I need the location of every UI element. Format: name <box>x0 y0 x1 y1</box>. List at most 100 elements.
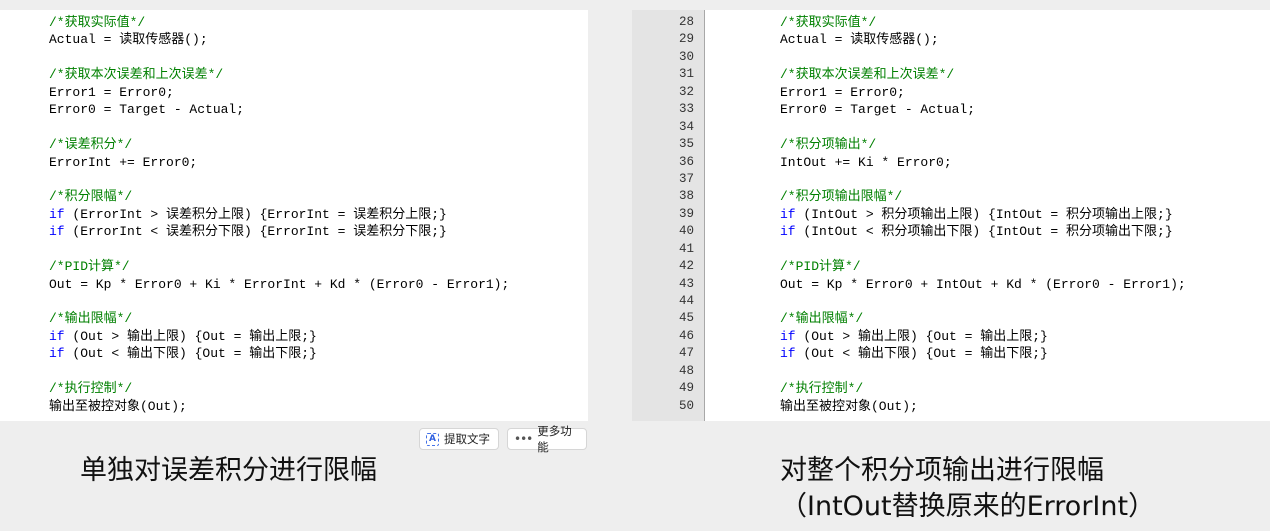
code-text: (IntOut > 积分项输出上限) {IntOut = 积分项输出上限;} <box>795 206 1173 222</box>
right-code-panel: 28 29 30 31 32 33 34 35 36 37 38 39 40 41 42 43 44 45 46 47… <box>632 10 1270 421</box>
code-line: IntOut += Ki * Error0; <box>780 154 952 170</box>
right-caption-line1: 对整个积分项输出进行限幅 <box>780 455 1104 486</box>
keyword: if <box>49 346 65 362</box>
left-code-panel: /*获取实际值*/ Actual = 读取传感器(); /*获取本次误差和上次误差*… <box>0 10 588 421</box>
keyword: if <box>49 206 65 222</box>
line-number: 48 <box>678 363 694 378</box>
keyword: if <box>49 224 65 240</box>
code-line: Error1 = Error0; <box>49 84 174 100</box>
line-number-gutter: 28 29 30 31 32 33 34 35 36 37 38 39 40 41 42 43 44 45 46 47… <box>632 10 705 421</box>
more-dots-icon: ••• <box>514 432 533 446</box>
line-number: 41 <box>678 241 694 256</box>
code-line: Actual = 读取传感器(); <box>780 32 939 48</box>
line-number: 37 <box>678 171 694 186</box>
keyword: if <box>780 328 796 344</box>
line-number: 38 <box>678 189 694 204</box>
line-number: 39 <box>678 206 694 221</box>
left-code-block: /*获取实际值*/ Actual = 读取传感器(); /*获取本次误差和上次误差*… <box>49 14 509 415</box>
code-line: /*积分项输出*/ <box>780 137 877 153</box>
code-line: Out = Kp * Error0 + IntOut + Kd * (Error… <box>780 276 1186 292</box>
code-line: Error0 = Target - Actual; <box>780 102 976 118</box>
code-text: (Out > 输出上限) {Out = 输出上限;} <box>64 328 317 344</box>
right-caption: 对整个积分项输出进行限幅 （IntOut替换原来的ErrorInt） <box>780 453 1155 525</box>
code-line: /*输出限幅*/ <box>49 311 133 327</box>
line-number: 34 <box>678 119 694 134</box>
line-number: 32 <box>678 84 694 99</box>
extract-text-label: 提取文字 <box>444 432 490 446</box>
code-line: /*积分限幅*/ <box>49 189 133 205</box>
line-number: 29 <box>678 32 694 47</box>
line-number: 44 <box>678 294 694 308</box>
keyword: if <box>780 206 796 222</box>
code-line: ErrorInt += Error0; <box>49 154 198 170</box>
code-text: (ErrorInt > 误差积分上限) {ErrorInt = 误差积分上限;} <box>64 206 447 222</box>
line-number: 42 <box>678 259 694 274</box>
line-number: 31 <box>678 67 694 82</box>
left-caption: 单独对误差积分进行限幅 <box>80 453 377 489</box>
code-line: /*PID计算*/ <box>49 259 130 275</box>
line-number: 40 <box>678 224 694 239</box>
line-number: 45 <box>678 311 694 326</box>
code-line: if (Out < 输出下限) {Out = 输出下限;} <box>49 345 509 362</box>
code-line: if (Out > 输出上限) {Out = 输出上限;} <box>49 328 509 345</box>
more-functions-label: 更多功能 <box>537 424 572 454</box>
code-line: if (IntOut < 积分项输出下限) {IntOut = 积分项输出下限;… <box>780 223 1186 240</box>
code-text: (Out > 输出上限) {Out = 输出上限;} <box>795 328 1048 344</box>
code-line: if (Out > 输出上限) {Out = 输出上限;} <box>780 328 1186 345</box>
code-line: Error1 = Error0; <box>780 84 905 100</box>
left-caption-text: 单独对误差积分进行限幅 <box>80 455 377 486</box>
code-line: 输出至被控对象(Out); <box>49 398 187 414</box>
text-recognition-icon: A <box>426 432 439 446</box>
line-number: 36 <box>678 154 694 169</box>
keyword: if <box>49 328 65 344</box>
line-number: 47 <box>678 346 694 361</box>
keyword: if <box>780 224 796 240</box>
right-code-block: /*获取实际值*/ Actual = 读取传感器(); /*获取本次误差和上次误差*… <box>780 14 1186 415</box>
line-number: 43 <box>678 276 694 291</box>
code-line: if (Out < 输出下限) {Out = 输出下限;} <box>780 345 1186 362</box>
code-text: (ErrorInt < 误差积分下限) {ErrorInt = 误差积分下限;} <box>64 224 447 240</box>
line-number: 49 <box>678 381 694 396</box>
code-line: Error0 = Target - Actual; <box>49 102 245 118</box>
code-line: Out = Kp * Error0 + Ki * ErrorInt + Kd *… <box>49 276 510 292</box>
keyword: if <box>780 346 796 362</box>
code-text: (IntOut < 积分项输出下限) {IntOut = 积分项输出下限;} <box>795 224 1173 240</box>
code-line: if (IntOut > 积分项输出上限) {IntOut = 积分项输出上限;… <box>780 206 1186 223</box>
code-line: /*PID计算*/ <box>780 259 861 275</box>
code-line: if (ErrorInt < 误差积分下限) {ErrorInt = 误差积分下… <box>49 223 509 240</box>
code-text: (Out < 输出下限) {Out = 输出下限;} <box>795 346 1048 362</box>
code-line: if (ErrorInt > 误差积分上限) {ErrorInt = 误差积分上… <box>49 206 509 223</box>
line-number: 46 <box>678 328 694 343</box>
code-line: /*获取实际值*/ <box>49 15 146 30</box>
code-line: /*获取本次误差和上次误差*/ <box>780 67 955 83</box>
line-number: 30 <box>678 49 694 64</box>
line-number: 35 <box>678 137 694 152</box>
more-functions-button[interactable]: ••• 更多功能 <box>507 424 587 454</box>
code-line: Actual = 读取传感器(); <box>49 32 208 48</box>
right-caption-line2: （IntOut替换原来的ErrorInt） <box>780 491 1156 522</box>
code-line: /*执行控制*/ <box>780 381 864 397</box>
code-line: /*积分项输出限幅*/ <box>780 189 903 205</box>
code-line: /*获取本次误差和上次误差*/ <box>49 67 224 83</box>
code-line: 输出至被控对象(Out); <box>780 398 918 414</box>
code-line: /*获取实际值*/ <box>780 15 877 30</box>
extract-text-button[interactable]: A 提取文字 <box>419 428 499 450</box>
line-number: 33 <box>678 102 694 117</box>
code-line: /*误差积分*/ <box>49 137 133 153</box>
code-line: /*输出限幅*/ <box>780 311 864 327</box>
code-text: (Out < 输出下限) {Out = 输出下限;} <box>64 346 317 362</box>
line-number: 50 <box>678 398 694 413</box>
code-line: /*执行控制*/ <box>49 381 133 397</box>
